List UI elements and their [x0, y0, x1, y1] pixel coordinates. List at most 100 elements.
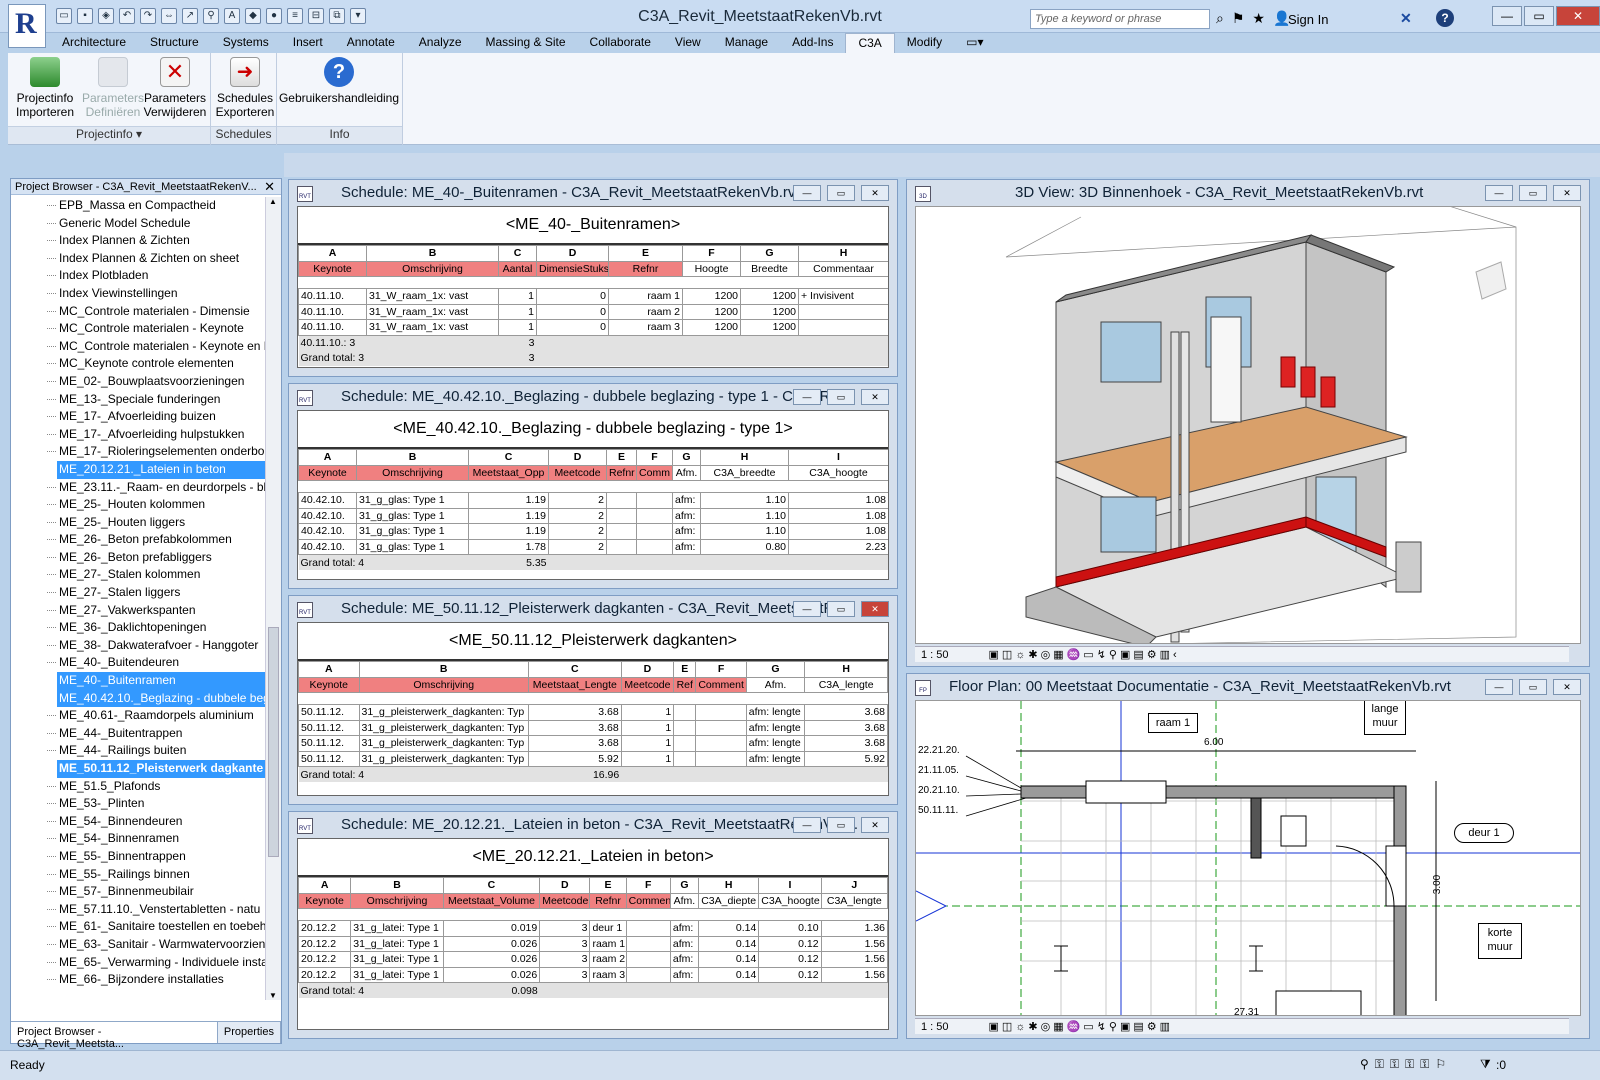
table-row[interactable]: 50.11.12. 31_g_pleisterwerk_dagkanten: Ty… — [298, 719, 888, 736]
table-cell[interactable]: 2 — [548, 507, 607, 524]
table-cell[interactable]: afm: lengte — [745, 704, 806, 721]
table-cell[interactable]: 40.11.10. — [298, 288, 367, 305]
column-letter[interactable]: E — [606, 449, 637, 466]
table-row[interactable]: 20.12.2 31_g_latei: Type 1 0.019 3 deur 1 afm… — [298, 920, 888, 937]
browser-item[interactable]: ME_55-_Binnentrappen — [11, 848, 266, 866]
column-header[interactable]: DimensieStuks — [536, 260, 609, 277]
tab-project-browser[interactable]: Project Browser - C3A_Revit_Meetsta... — [11, 1022, 218, 1050]
column-letter[interactable]: D — [536, 245, 609, 262]
schedules-exporteren-button[interactable]: ➜ Schedules Exporteren — [212, 57, 278, 119]
table-cell[interactable]: 1.19 — [468, 523, 549, 540]
table-cell[interactable] — [625, 966, 671, 983]
table-cell[interactable]: 31_W_raam_1x: vast — [366, 288, 499, 305]
table-cell[interactable]: 2 — [548, 538, 607, 555]
table-cell[interactable] — [695, 719, 747, 736]
tab-modify[interactable]: Modify — [895, 33, 954, 53]
column-header[interactable]: Breedte — [740, 260, 799, 277]
tab-add-ins[interactable]: Add-Ins — [780, 33, 845, 53]
column-header[interactable]: C3A_lengte — [804, 676, 888, 693]
browser-item[interactable]: ME_25-_Houten kolommen — [11, 496, 266, 514]
table-cell[interactable]: 0.026 — [442, 935, 541, 952]
column-header[interactable]: C3A_diepte — [697, 892, 760, 909]
column-header[interactable]: Omschrijving — [358, 676, 529, 693]
table-cell[interactable]: 3.68 — [527, 719, 622, 736]
subscription-icon[interactable]: ⚑ — [1232, 10, 1245, 27]
column-letter[interactable]: D — [539, 877, 591, 894]
tag-raam[interactable]: raam 1 — [1148, 713, 1198, 733]
column-letter[interactable]: F — [625, 877, 671, 894]
schedule-table-area[interactable]: <ME_20.12.21._Lateien in beton> A B C D E F G H I… — [297, 838, 889, 1030]
view-3d-window[interactable]: 3D 3D View: 3D Binnenhoek - C3A_Revit_Me… — [906, 179, 1590, 667]
switch-windows-icon[interactable]: ⧉ — [329, 8, 345, 24]
table-cell[interactable] — [636, 523, 673, 540]
column-letter[interactable]: E — [608, 245, 683, 262]
browser-item[interactable]: ME_38-_Dakwaterafvoer - Hanggoter — [11, 637, 266, 655]
browser-item[interactable]: ME_27-_Stalen liggers — [11, 584, 266, 602]
table-cell[interactable]: afm: lengte — [745, 735, 806, 752]
column-header[interactable]: C3A_hoogte — [758, 892, 822, 909]
table-row[interactable]: 40.42.10. 31_g_glas: Type 1 1.19 2 afm: 1.10 1… — [298, 507, 888, 524]
table-cell[interactable]: 31_g_pleisterwerk_dagkanten: Typ — [358, 750, 529, 767]
column-letter[interactable]: C — [527, 661, 622, 678]
table-cell[interactable]: 1200 — [740, 303, 799, 320]
table-cell[interactable]: 20.12.2 — [298, 966, 352, 983]
table-cell[interactable] — [695, 735, 747, 752]
table-cell[interactable] — [636, 507, 673, 524]
table-cell[interactable]: 40.42.10. — [298, 538, 357, 555]
browser-item[interactable]: ME_40.42.10._Beglazing - dubbele beg — [57, 689, 266, 708]
table-cell[interactable]: 1.08 — [788, 507, 888, 524]
plan-canvas[interactable]: raam 1 lange muur deur 1 korte muur 22.2… — [915, 700, 1581, 1016]
close-button[interactable]: ✕ — [861, 601, 889, 617]
schedule-window-pleisterwerk[interactable]: RVT Schedule: ME_50.11.12_Pleisterwerk da… — [288, 595, 898, 805]
table-cell[interactable]: 50.11.12. — [298, 750, 360, 767]
section-icon[interactable]: ● — [266, 8, 282, 24]
minimize-button[interactable]: — — [793, 389, 821, 405]
browser-item[interactable]: ME_36-_Daklichtopeningen — [11, 619, 266, 637]
table-cell[interactable]: 1 — [498, 303, 537, 320]
column-header[interactable]: Commentaar — [798, 260, 888, 277]
table-cell[interactable]: 0.14 — [697, 951, 760, 968]
browser-item[interactable]: Index Plannen & Zichten on sheet — [11, 250, 266, 268]
column-header[interactable]: Ref — [673, 676, 697, 693]
customize-qat-icon[interactable]: ▾ — [350, 8, 366, 24]
column-header[interactable]: Meetstaat_Volume — [442, 892, 541, 909]
gebruikershandleiding-button[interactable]: ? Gebruikershandleiding — [278, 57, 400, 105]
table-cell[interactable]: 1 — [620, 750, 675, 767]
table-cell[interactable]: afm: — [669, 935, 700, 952]
table-cell[interactable]: 1.36 — [820, 920, 888, 937]
aligned-dimension-icon[interactable]: ↗ — [182, 8, 198, 24]
column-header[interactable]: Aantal — [498, 260, 537, 277]
table-cell[interactable]: 3.68 — [804, 719, 888, 736]
table-cell[interactable]: 1.08 — [788, 492, 888, 509]
restore-button[interactable]: ▭ — [827, 389, 855, 405]
table-cell[interactable]: 3.68 — [804, 704, 888, 721]
column-header[interactable]: Meetstaat_Opp — [468, 464, 549, 481]
column-letter[interactable]: E — [589, 877, 627, 894]
restore-button[interactable]: ▭ — [827, 185, 855, 201]
browser-item[interactable]: ME_40.61-_Raamdorpels aluminium — [11, 707, 266, 725]
column-header[interactable]: Afm. — [672, 464, 701, 481]
maximize-button[interactable]: ▭ — [1524, 6, 1554, 26]
close-button[interactable]: ✕ — [1553, 185, 1581, 201]
table-cell[interactable]: 0.14 — [697, 920, 760, 937]
browser-item[interactable]: MC_Keynote controle elementen — [11, 355, 266, 373]
column-letter[interactable]: B — [358, 661, 529, 678]
table-cell[interactable]: 31_g_pleisterwerk_dagkanten: Typ — [358, 704, 529, 721]
table-row[interactable]: 40.11.10. 31_W_raam_1x: vast 1 0 raam 1 1200 1… — [298, 288, 888, 305]
browser-item[interactable]: ME_54-_Binnenramen — [11, 830, 266, 848]
table-cell[interactable]: 3 — [539, 951, 591, 968]
table-cell[interactable]: afm: — [672, 538, 701, 555]
table-cell[interactable] — [798, 319, 888, 336]
table-cell[interactable]: 5.92 — [804, 750, 888, 767]
scale-label[interactable]: 1 : 50 — [921, 1021, 949, 1033]
open-icon[interactable]: ▭ — [56, 8, 72, 24]
column-letter[interactable]: A — [298, 245, 367, 262]
column-header[interactable]: Keynote — [298, 892, 352, 909]
column-header[interactable]: Meetcode — [620, 676, 675, 693]
table-cell[interactable] — [695, 704, 747, 721]
table-cell[interactable]: 31_g_glas: Type 1 — [356, 523, 469, 540]
table-cell[interactable]: 1200 — [740, 319, 799, 336]
table-cell[interactable]: afm: — [669, 966, 700, 983]
table-cell[interactable]: 40.11.10. — [298, 303, 367, 320]
view-control-icons[interactable]: ▣◫☼✱◎▦♒▭↯⚲▣▤⚙▥‹ — [989, 649, 1180, 661]
